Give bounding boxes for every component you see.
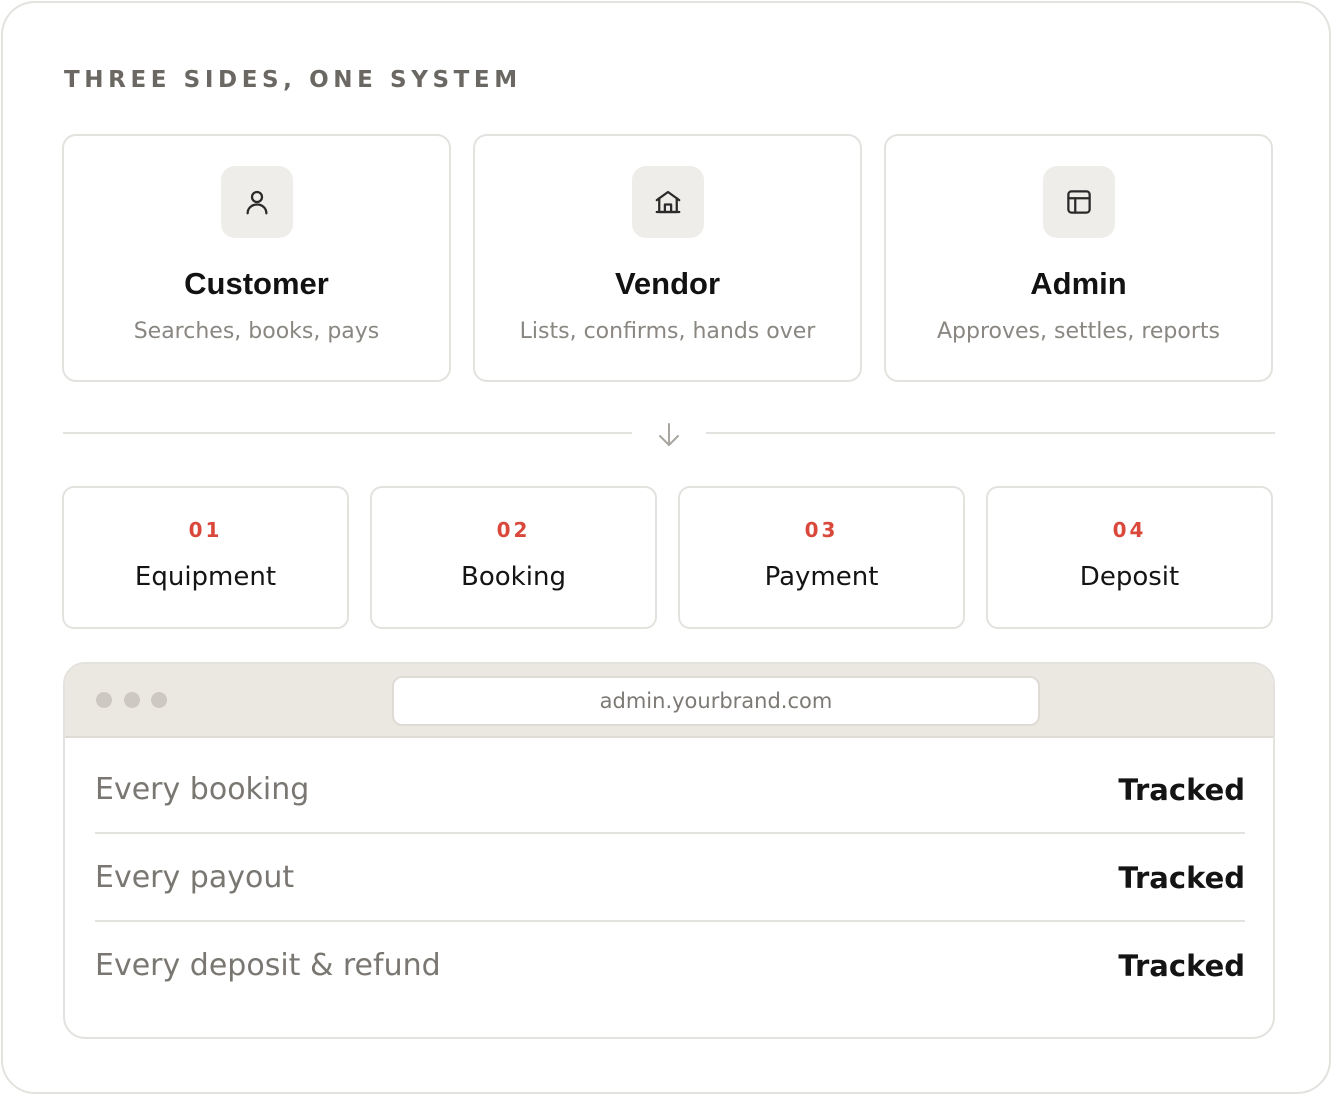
step-card-booking: 02 Booking — [370, 486, 657, 629]
role-title: Admin — [1030, 266, 1127, 301]
role-description: Searches, books, pays — [133, 319, 380, 344]
tracking-row-deposit: Every deposit & refund Tracked — [95, 922, 1245, 1010]
role-card-vendor: Vendor Lists, confirms, hands over — [473, 134, 862, 382]
role-title: Vendor — [614, 266, 721, 301]
step-label: Payment — [764, 562, 879, 592]
tracking-row-payout: Every payout Tracked — [95, 834, 1245, 922]
status-label: Tracked — [1118, 949, 1245, 983]
step-label: Deposit — [1079, 562, 1180, 592]
row-label: Every booking — [95, 772, 310, 807]
step-card-deposit: 04 Deposit — [986, 486, 1273, 629]
step-number: 01 — [188, 518, 223, 542]
step-card-equipment: 01 Equipment — [62, 486, 349, 629]
step-number: 04 — [1112, 518, 1147, 542]
admin-browser-window: admin.yourbrand.com Every booking Tracke… — [63, 662, 1275, 1039]
row-label: Every deposit & refund — [95, 948, 441, 983]
divider-line-right — [706, 432, 1275, 434]
dashboard-layout-icon — [1043, 166, 1115, 238]
row-label: Every payout — [95, 860, 295, 895]
role-title: Customer — [184, 266, 329, 301]
step-number: 02 — [496, 518, 531, 542]
step-card-payment: 03 Payment — [678, 486, 965, 629]
role-card-admin: Admin Approves, settles, reports — [884, 134, 1273, 382]
status-label: Tracked — [1118, 861, 1245, 895]
panel-frame: THREE SIDES, ONE SYSTEM Customer Searche… — [1, 1, 1331, 1094]
user-icon — [221, 166, 293, 238]
role-card-customer: Customer Searches, books, pays — [62, 134, 451, 382]
browser-toolbar: admin.yourbrand.com — [65, 664, 1273, 738]
divider-line-left — [63, 432, 632, 434]
status-label: Tracked — [1118, 773, 1245, 807]
section-eyebrow: THREE SIDES, ONE SYSTEM — [64, 67, 522, 93]
tracking-row-booking: Every booking Tracked — [95, 746, 1245, 834]
address-bar[interactable]: admin.yourbrand.com — [392, 676, 1040, 726]
storefront-icon — [632, 166, 704, 238]
role-description: Lists, confirms, hands over — [519, 319, 816, 344]
window-control-dot — [151, 692, 167, 708]
step-label: Equipment — [134, 562, 277, 592]
window-control-dot — [96, 692, 112, 708]
window-control-dot — [124, 692, 140, 708]
step-number: 03 — [804, 518, 839, 542]
arrow-down-icon — [659, 423, 679, 446]
role-description: Approves, settles, reports — [936, 319, 1220, 344]
step-label: Booking — [461, 562, 566, 592]
